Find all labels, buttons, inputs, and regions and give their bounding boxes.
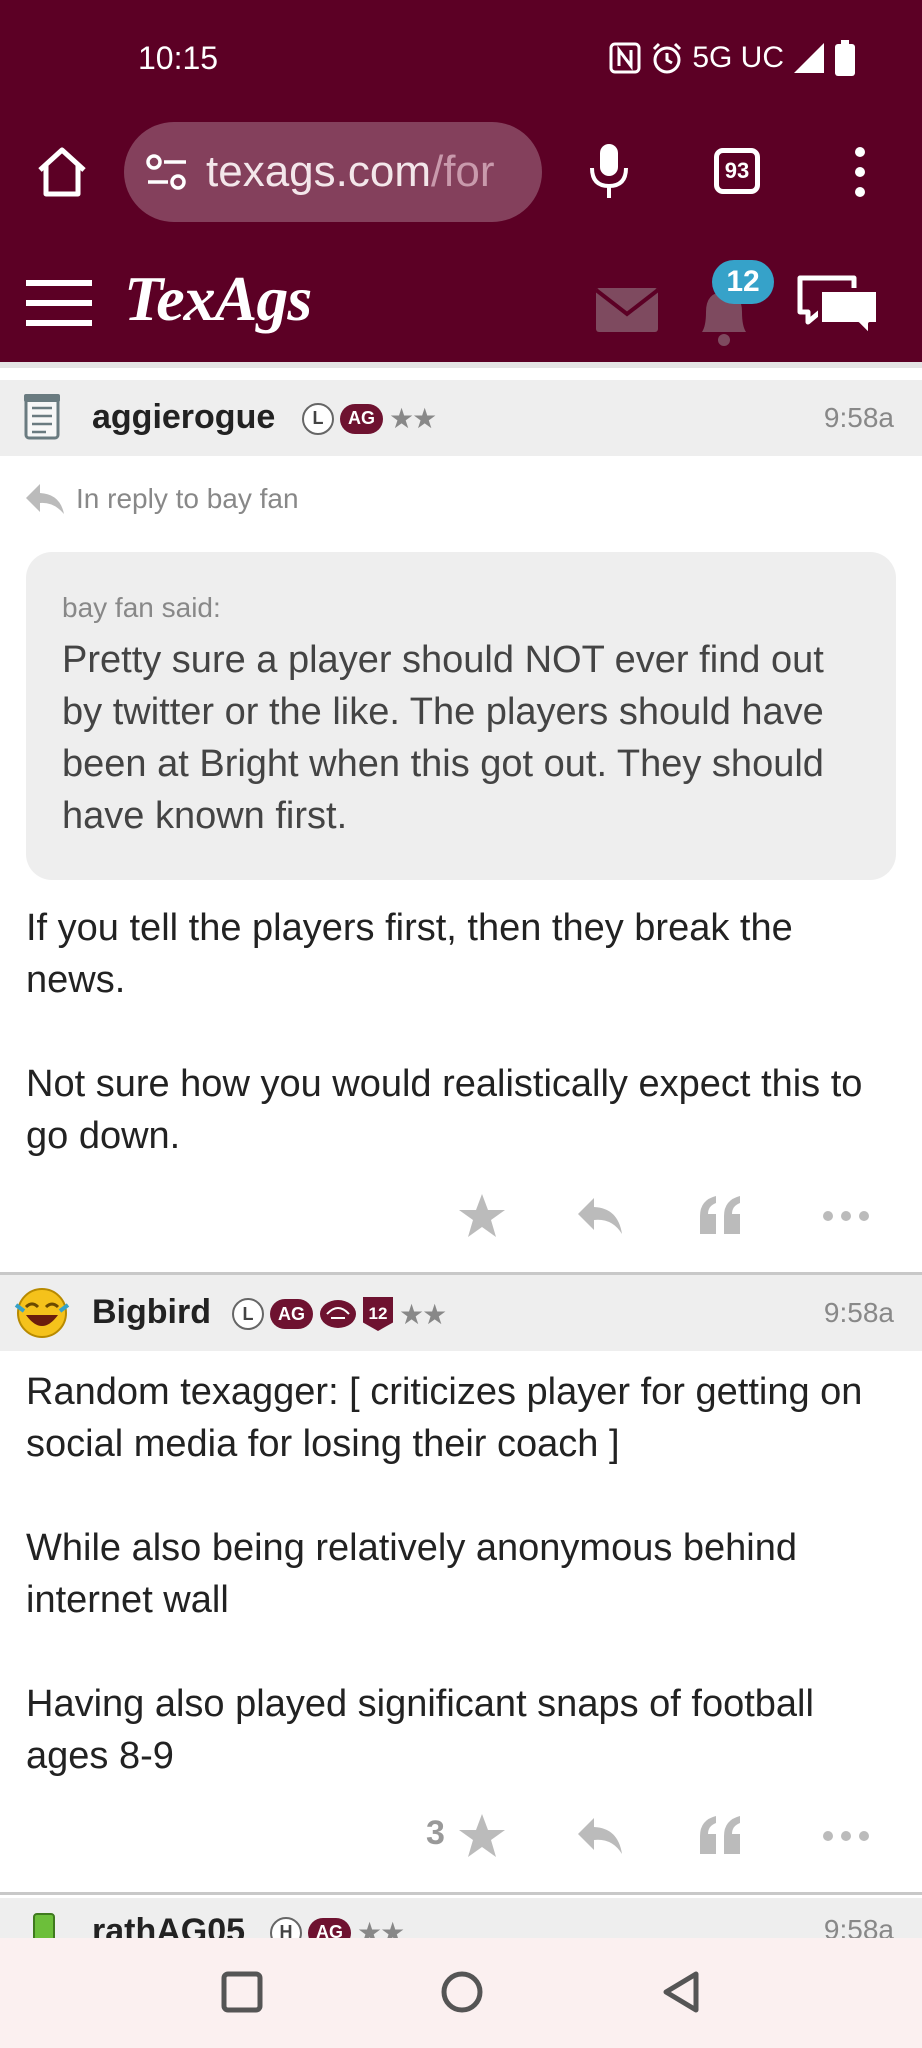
level-badge: L — [232, 1298, 264, 1330]
post-actions: 3 — [0, 1806, 922, 1866]
quote-author: bay fan said: — [62, 592, 221, 623]
number-badge: 12 — [363, 1297, 393, 1331]
quote-text: Pretty sure a player should NOT ever fin… — [62, 639, 824, 837]
url-text[interactable]: texags.com/for — [206, 147, 495, 197]
ag-badge: AG — [308, 1917, 351, 1938]
browser-toolbar: texags.com/for 93 — [0, 118, 922, 230]
star-icon[interactable] — [456, 1190, 508, 1242]
alarm-icon — [653, 42, 682, 74]
reply-icon[interactable] — [574, 1810, 626, 1862]
texags-logo[interactable]: TexAgs — [124, 262, 312, 336]
mail-icon[interactable] — [596, 288, 658, 332]
ag-badge: AG — [270, 1299, 313, 1329]
more-horiz-icon[interactable] — [820, 1190, 872, 1242]
avatar-laughing-emoji-icon[interactable] — [14, 1285, 70, 1341]
post-header: aggierogue L AG ★★ 9:58a — [0, 380, 922, 456]
post-paragraph: If you tell the players first, then they… — [26, 907, 793, 1001]
post-paragraph: Having also played significant snaps of … — [26, 1683, 814, 1777]
stars-badge: ★★ — [357, 1916, 405, 1938]
hamburger-icon[interactable] — [26, 278, 92, 328]
nfc-icon — [609, 42, 641, 74]
stars-badge: ★★ — [389, 402, 437, 435]
post-time[interactable]: 9:58a — [824, 402, 894, 434]
reply-icon[interactable] — [574, 1190, 626, 1242]
reply-to-link[interactable]: In reply to bay fan — [24, 482, 299, 516]
post-time[interactable]: 9:58a — [824, 1297, 894, 1329]
back-icon[interactable] — [656, 1966, 708, 2018]
post-paragraph: Not sure how you would realistically exp… — [26, 1063, 863, 1157]
notification-badge[interactable]: 12 — [712, 260, 774, 304]
more-vert-icon[interactable] — [846, 144, 874, 200]
quote-icon[interactable] — [694, 1190, 746, 1242]
stars-badge: ★★ — [399, 1297, 447, 1331]
mic-icon[interactable] — [584, 140, 634, 200]
post-paragraph: Random texagger: [ criticizes player for… — [26, 1371, 863, 1465]
avatar-notepad-icon[interactable] — [20, 392, 70, 442]
post-header: Bigbird L AG 12 ★★ 9:58a — [0, 1275, 922, 1351]
football-badge-icon — [320, 1300, 356, 1328]
post-time[interactable]: 9:58a — [824, 1914, 894, 1938]
chat-icon[interactable] — [796, 272, 882, 344]
username[interactable]: aggierogue — [92, 398, 275, 437]
ag-badge: AG — [340, 403, 383, 434]
post-body: If you tell the players first, then they… — [26, 902, 896, 1162]
post-divider — [0, 1892, 922, 1895]
home-icon[interactable] — [34, 144, 90, 200]
quote-icon[interactable] — [694, 1810, 746, 1862]
site-settings-icon[interactable] — [144, 152, 190, 192]
star-icon[interactable] — [456, 1810, 508, 1862]
reply-to-text: In reply to bay fan — [76, 483, 299, 514]
more-horiz-icon[interactable] — [820, 1810, 872, 1862]
recents-icon[interactable] — [216, 1966, 268, 2018]
like-count: 3 — [426, 1814, 445, 1852]
post-body: Random texagger: [ criticizes player for… — [26, 1366, 896, 1782]
status-time: 10:15 — [138, 40, 219, 76]
avatar-icon[interactable] — [30, 1912, 60, 1938]
level-badge: H — [270, 1916, 302, 1938]
user-badges: L AG 12 ★★ — [232, 1297, 447, 1331]
site-header: TexAgs 12 — [0, 230, 922, 368]
user-badges: H AG ★★ — [270, 1916, 405, 1938]
network-label: 5G UC — [692, 41, 784, 74]
post-paragraph: While also being relatively anonymous be… — [26, 1527, 798, 1621]
post-actions — [0, 1186, 922, 1246]
tab-count: 93 — [724, 158, 750, 183]
home-nav-icon[interactable] — [436, 1966, 488, 2018]
system-nav-bar — [0, 1938, 922, 2048]
user-badges: L AG ★★ — [302, 402, 437, 435]
address-bar[interactable]: texags.com/for — [124, 122, 542, 222]
url-host: texags.com — [206, 147, 431, 196]
post-header: rathAG05 H AG ★★ 9:58a — [0, 1898, 922, 1938]
username[interactable]: Bigbird — [92, 1293, 211, 1332]
tabs-button[interactable]: 93 — [714, 148, 760, 194]
level-badge: L — [302, 402, 334, 435]
signal-icon — [794, 43, 824, 73]
reply-arrow-icon — [26, 484, 64, 514]
username[interactable]: rathAG05 — [92, 1912, 245, 1938]
url-path: /for — [430, 147, 495, 196]
status-icons: 5G UC — [608, 40, 856, 76]
battery-icon — [835, 40, 855, 76]
quote-block: bay fan said: Pretty sure a player shoul… — [26, 552, 896, 880]
status-bar: 10:15 5G UC — [0, 0, 922, 118]
